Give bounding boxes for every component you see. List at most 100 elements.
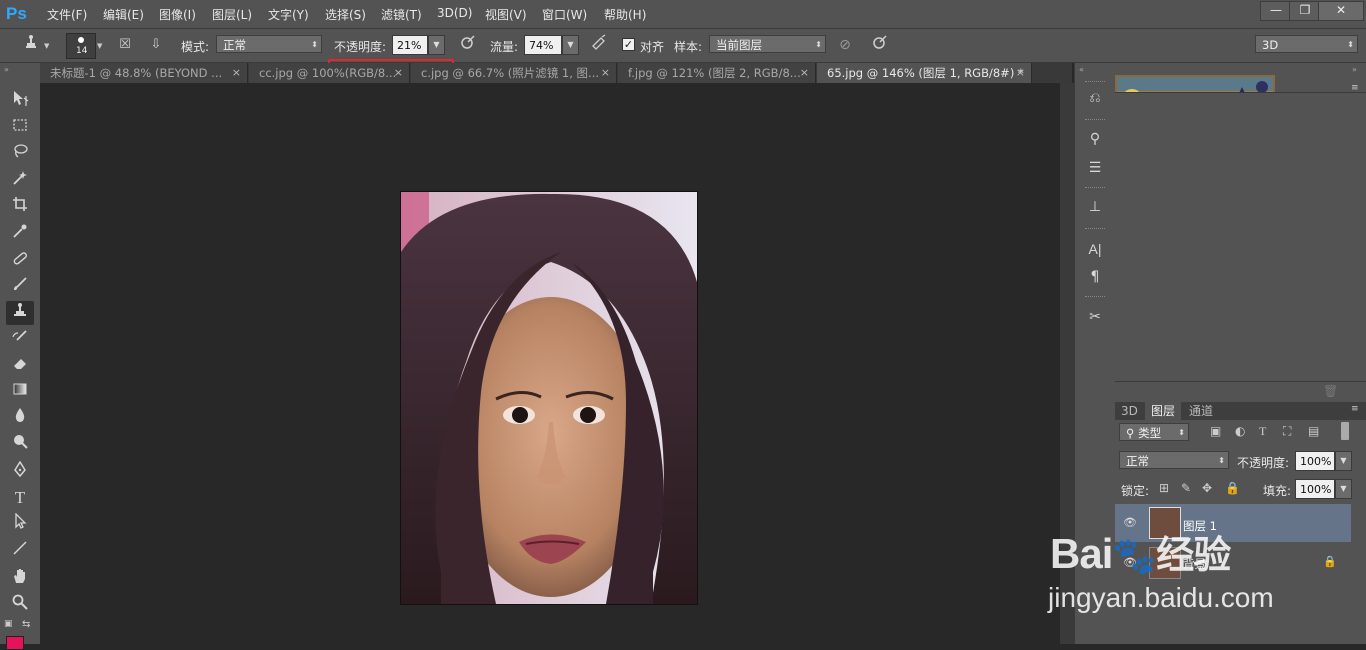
tab-channels[interactable]: 通道 <box>1183 402 1219 420</box>
flow-field[interactable]: 74% <box>524 35 562 55</box>
healing-brush-tool-icon[interactable] <box>6 249 34 273</box>
clone-stamp-tool-icon[interactable] <box>6 301 34 325</box>
tab-layers[interactable]: 图层 <box>1145 402 1182 420</box>
magic-wand-tool-icon[interactable] <box>6 169 34 193</box>
brush-panel-icon[interactable]: ⚲ <box>1083 128 1107 150</box>
foreground-color-swatch[interactable] <box>6 636 24 650</box>
crop-tool-icon[interactable] <box>6 195 34 219</box>
layer-opacity-dropdown[interactable]: ▼ <box>1335 451 1352 471</box>
filter-smart-object-icon[interactable]: ▤ <box>1308 424 1319 438</box>
pen-tool-icon[interactable] <box>6 460 34 484</box>
toggle-brush-panel-icon[interactable]: ☒ <box>114 34 136 56</box>
close-icon[interactable]: × <box>800 63 809 83</box>
menu-help[interactable]: 帮助(H) <box>604 6 646 22</box>
close-icon[interactable]: × <box>601 63 610 83</box>
marquee-tool-icon[interactable] <box>6 116 34 140</box>
paragraph-panel-icon[interactable]: ¶ <box>1083 266 1107 288</box>
menu-layer[interactable]: 图层(L) <box>212 6 252 22</box>
swap-colors-icon[interactable]: ⇆ <box>22 619 30 630</box>
flow-dropdown-button[interactable]: ▼ <box>562 35 579 55</box>
history-brush-tool-icon[interactable] <box>6 328 34 352</box>
menu-3d[interactable]: 3D(D) <box>437 6 472 22</box>
eraser-tool-icon[interactable] <box>6 354 34 378</box>
filter-adjustment-icon[interactable]: ◐ <box>1235 424 1245 438</box>
align-checkbox[interactable]: ✓ <box>622 38 635 51</box>
fill-dropdown[interactable]: ▼ <box>1335 479 1352 499</box>
tab-c-jpg[interactable]: c.jpg @ 66.7% (照片滤镜 1, 图... × <box>411 63 617 83</box>
eyedropper-tool-icon[interactable] <box>6 222 34 246</box>
menu-select[interactable]: 选择(S) <box>325 6 366 22</box>
opacity-dropdown-button[interactable]: ▼ <box>428 35 445 55</box>
tool-presets-panel-icon[interactable]: ✂ <box>1083 306 1107 328</box>
minimize-button[interactable]: — <box>1260 1 1292 21</box>
lock-position-icon[interactable]: ✥ <box>1202 481 1212 495</box>
layers-panel-menu-icon[interactable]: ≡ <box>1351 404 1359 414</box>
collapse-toolbar-icon[interactable]: » <box>4 65 9 74</box>
layer-filter-select[interactable]: ⚲ 类型 ⬍ <box>1119 423 1189 441</box>
trash-icon[interactable]: 🗑 <box>1323 384 1338 398</box>
close-window-button[interactable]: ✕ <box>1318 1 1364 21</box>
filter-shape-icon[interactable]: ⛶ <box>1283 424 1291 439</box>
menu-file[interactable]: 文件(F) <box>47 6 87 22</box>
toggle-clone-source-icon[interactable]: ⇩ <box>145 34 167 56</box>
path-selection-tool-icon[interactable] <box>6 512 34 536</box>
tab-f-jpg[interactable]: f.jpg @ 121% (图层 2, RGB/8... × <box>618 63 816 83</box>
opacity-field[interactable]: 21% <box>392 35 428 55</box>
lock-all-icon[interactable]: 🔒 <box>1225 481 1240 495</box>
zoom-tool-icon[interactable] <box>6 593 34 617</box>
character-panel-icon[interactable]: A| <box>1083 238 1107 260</box>
menu-image[interactable]: 图像(I) <box>159 6 196 22</box>
history-panel-icon[interactable]: ⎌ <box>1083 87 1107 109</box>
brush-size-picker[interactable]: 14 <box>66 33 96 59</box>
adjustments-panel-icon[interactable]: ☰ <box>1083 157 1107 179</box>
close-icon[interactable]: × <box>1016 63 1025 83</box>
tab-65-jpg[interactable]: 65.jpg @ 146% (图层 1, RGB/8#) * × <box>817 63 1032 83</box>
workspace-select[interactable]: 3D ⬍ <box>1255 35 1358 53</box>
lock-transparent-icon[interactable]: ⊞ <box>1159 481 1169 495</box>
menu-edit[interactable]: 编辑(E) <box>103 6 144 22</box>
line-tool-icon[interactable] <box>6 539 34 563</box>
mode-select[interactable]: 正常 ⬍ <box>216 35 322 53</box>
move-tool-icon[interactable] <box>6 89 34 113</box>
lock-image-icon[interactable]: ✎ <box>1181 481 1191 495</box>
clone-source-panel-icon[interactable]: ⊥ <box>1083 196 1107 218</box>
clone-stamp-preset-icon[interactable] <box>20 34 42 56</box>
menu-window[interactable]: 窗口(W) <box>542 6 587 22</box>
tab-cc-jpg[interactable]: cc.jpg @ 100%(RGB/8... × <box>249 63 410 83</box>
ignore-adjustment-layers-icon[interactable]: ⊘ <box>834 34 856 56</box>
pressure-size-icon[interactable] <box>868 34 890 56</box>
close-icon[interactable]: × <box>232 63 241 83</box>
document-image[interactable] <box>400 191 698 605</box>
menu-filter[interactable]: 滤镜(T) <box>381 6 422 22</box>
fill-field[interactable]: 100% <box>1295 479 1335 499</box>
filter-toggle-switch[interactable] <box>1341 422 1349 440</box>
pressure-opacity-icon[interactable] <box>456 34 478 56</box>
default-colors-icon[interactable]: ▣ <box>4 619 13 629</box>
restore-button[interactable]: ❐ <box>1289 1 1321 21</box>
tab-3d[interactable]: 3D <box>1115 402 1144 420</box>
close-icon[interactable]: × <box>394 63 403 83</box>
filter-pixel-icon[interactable]: ▣ <box>1210 424 1221 438</box>
brush-tool-icon[interactable] <box>6 275 34 299</box>
dock-separator <box>1085 81 1105 83</box>
filter-type-icon[interactable]: T <box>1259 424 1266 439</box>
expand-dock-icon[interactable]: « <box>1079 65 1084 74</box>
blend-mode-select[interactable]: 正常 ⬍ <box>1119 451 1229 469</box>
dock-separator <box>1085 228 1105 230</box>
menu-type[interactable]: 文字(Y) <box>268 6 309 22</box>
lasso-tool-icon[interactable] <box>6 142 34 166</box>
blur-tool-icon[interactable] <box>6 406 34 430</box>
preset-chevron-down-icon[interactable]: ▼ <box>44 42 49 50</box>
mode-arrow-icon: ⬍ <box>311 40 318 49</box>
gradient-tool-icon[interactable] <box>6 380 34 404</box>
hand-tool-icon[interactable] <box>6 567 34 591</box>
tab-untitled-1[interactable]: 未标题-1 @ 48.8% (BEYOND ... × <box>40 63 248 83</box>
brush-chevron-down-icon[interactable]: ▼ <box>97 42 102 50</box>
sample-select[interactable]: 当前图层 ⬍ <box>709 35 826 53</box>
type-tool-icon[interactable]: T <box>6 486 34 510</box>
collapse-panels-icon[interactable]: » <box>1352 65 1357 74</box>
layer-opacity-field[interactable]: 100% <box>1295 451 1335 471</box>
menu-view[interactable]: 视图(V) <box>485 6 527 22</box>
dodge-tool-icon[interactable] <box>6 432 34 456</box>
airbrush-icon[interactable] <box>588 34 610 56</box>
